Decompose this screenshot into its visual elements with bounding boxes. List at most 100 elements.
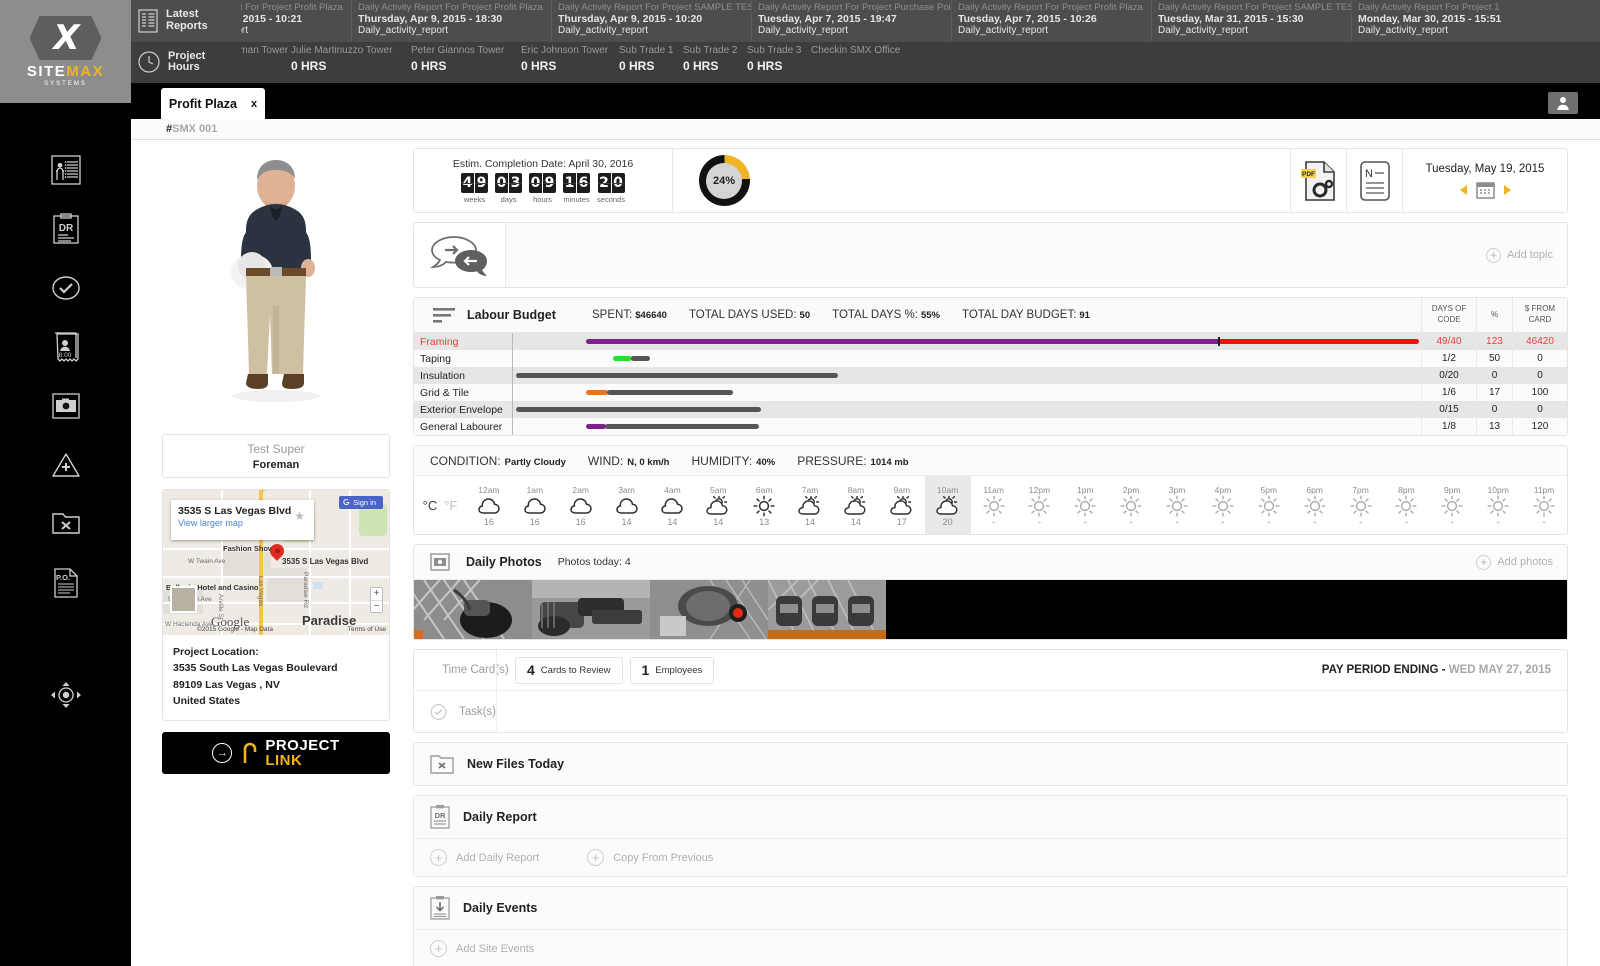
pdf-export-button[interactable]: PDF bbox=[1290, 149, 1346, 212]
report-item[interactable]: Daily Activity Report For Project Profit… bbox=[241, 0, 351, 42]
weather-hour-label: 6am bbox=[756, 485, 773, 495]
weather-hour-cell[interactable]: 3pm- bbox=[1154, 476, 1200, 534]
weather-hour-cell[interactable]: 3am14 bbox=[604, 476, 650, 534]
hours-item[interactable]: Andy Roman Tower 0 HRS bbox=[241, 42, 291, 84]
weather-hour-cell[interactable]: 2pm- bbox=[1108, 476, 1154, 534]
cards-to-review-button[interactable]: 4 Cards to Review bbox=[515, 657, 623, 684]
tab-close-icon[interactable]: x bbox=[251, 98, 257, 110]
project-hours-label: ProjectHours bbox=[131, 42, 241, 84]
weather-hour-cell[interactable]: 4pm- bbox=[1200, 476, 1246, 534]
hours-item[interactable]: Checkin SMX Office bbox=[811, 42, 921, 84]
prev-day-button[interactable] bbox=[1460, 185, 1467, 195]
hours-item[interactable]: Sub Trade 3 0 HRS bbox=[747, 42, 811, 84]
hours-item[interactable]: Eric Johnson Tower 0 HRS bbox=[521, 42, 619, 84]
next-day-button[interactable] bbox=[1504, 185, 1511, 195]
star-icon[interactable]: ★ bbox=[294, 509, 305, 523]
sidebar-item-files[interactable] bbox=[43, 502, 89, 546]
add-site-events-button[interactable]: + Add Site Events bbox=[430, 940, 534, 957]
photo-thumbnail[interactable] bbox=[414, 580, 532, 639]
photo-thumbnail[interactable] bbox=[532, 580, 650, 639]
copy-from-previous-button[interactable]: + Copy From Previous bbox=[587, 849, 713, 866]
tab-profit-plaza[interactable]: Profit Plaza x bbox=[161, 88, 265, 119]
photo-thumbnail[interactable] bbox=[650, 580, 768, 639]
latest-reports-strip[interactable]: Daily Activity Report For Project Profit… bbox=[241, 0, 1600, 42]
sidebar-item-purchase-orders[interactable]: P.O. bbox=[43, 561, 89, 605]
weather-hour-cell[interactable]: 9pm- bbox=[1429, 476, 1475, 534]
table-row[interactable]: Exterior Envelope 0/15 0 0 bbox=[414, 401, 1567, 418]
employees-button[interactable]: 1 Employees bbox=[630, 657, 715, 684]
temperature-unit-toggle[interactable]: °C °F bbox=[414, 476, 466, 534]
weather-hour-cell[interactable]: 12pm- bbox=[1017, 476, 1063, 534]
hours-item[interactable]: Sub Trade 1 0 HRS bbox=[619, 42, 683, 84]
sidebar-item-timecards[interactable]: 8:00 bbox=[43, 325, 89, 369]
weather-hour-cell[interactable]: 7am14 bbox=[787, 476, 833, 534]
report-item[interactable]: Daily Activity Report For Project Profit… bbox=[351, 0, 551, 42]
notes-button[interactable]: N bbox=[1346, 149, 1402, 212]
sidebar-item-tasks[interactable] bbox=[43, 266, 89, 310]
add-photos-button[interactable]: + Add photos bbox=[1476, 555, 1567, 570]
table-row[interactable]: General Labourer 1/8 13 120 bbox=[414, 418, 1567, 435]
plus-icon: + bbox=[1486, 248, 1501, 263]
time-cards-panel: Time Card(s) 4 Cards to Review 1 Employe… bbox=[413, 649, 1568, 733]
sidebar-item-worker-report[interactable] bbox=[43, 148, 89, 192]
table-row[interactable]: Framing 49/40 123 46420 bbox=[414, 333, 1567, 350]
map-zoom-control[interactable]: + − bbox=[370, 587, 383, 613]
pay-period-value: WED MAY 27, 2015 bbox=[1449, 664, 1551, 676]
unit-celsius[interactable]: °C bbox=[423, 498, 438, 513]
weather-hour-cell[interactable]: 12am16 bbox=[466, 476, 512, 534]
map-view-larger-link[interactable]: View larger map bbox=[178, 518, 307, 528]
photo-thumbnail[interactable] bbox=[768, 580, 886, 639]
project-link-button[interactable]: → PROJECT LINK bbox=[162, 732, 390, 774]
hours-item[interactable]: Sub Trade 2 0 HRS bbox=[683, 42, 747, 84]
map-terms[interactable]: Terms of Use bbox=[348, 626, 386, 633]
sidebar-item-navigate[interactable] bbox=[43, 673, 89, 717]
report-item[interactable]: Daily Activity Report For Project SAMPLE… bbox=[1151, 0, 1351, 42]
app-logo[interactable]: X SITEMAX SYSTEMS bbox=[0, 0, 131, 103]
map-zoom-in-button[interactable]: + bbox=[371, 588, 382, 600]
report-item[interactable]: Daily Activity Report For Project 1 Mond… bbox=[1351, 0, 1551, 42]
weather-hour-cell[interactable]: 9am17 bbox=[879, 476, 925, 534]
report-item[interactable]: Daily Activity Report For Project Purcha… bbox=[751, 0, 951, 42]
weather-hour-cell[interactable]: 5pm- bbox=[1246, 476, 1292, 534]
weather-hour-cell[interactable]: 6pm- bbox=[1292, 476, 1338, 534]
report-item[interactable]: Daily Activity Report For Project SAMPLE… bbox=[551, 0, 751, 42]
weather-hour-cell[interactable]: 11am- bbox=[971, 476, 1017, 534]
sidebar-item-photos[interactable] bbox=[43, 384, 89, 428]
weather-wind: WIND:N, 0 km/h bbox=[588, 454, 670, 468]
project-hours-strip[interactable]: Andy Roman Tower 0 HRS Julie Martinuzzo … bbox=[241, 42, 1600, 84]
map-zoom-out-button[interactable]: − bbox=[371, 600, 382, 612]
weather-hour-cell[interactable]: 5am14 bbox=[695, 476, 741, 534]
map-signin-button[interactable]: Sign in bbox=[339, 496, 383, 509]
weather-sun-icon bbox=[1304, 495, 1326, 517]
weather-hour-cell[interactable]: 8pm- bbox=[1384, 476, 1430, 534]
weather-hour-cell[interactable]: 10pm- bbox=[1475, 476, 1521, 534]
date-picker[interactable]: Tuesday, May 19, 2015 bbox=[1402, 149, 1567, 212]
countdown-unit-weeks: 49 weeks bbox=[461, 173, 488, 204]
table-row[interactable]: Taping 1/2 50 0 bbox=[414, 350, 1567, 367]
hours-item[interactable]: Julie Martinuzzo Tower 0 HRS bbox=[291, 42, 411, 84]
report-item[interactable]: Daily Activity Report For Project Profit… bbox=[951, 0, 1151, 42]
weather-hour-cell[interactable]: 8am14 bbox=[833, 476, 879, 534]
weather-hour-cell[interactable]: 10am20 bbox=[925, 476, 971, 534]
supervisor-card[interactable]: Test Super Foreman bbox=[162, 434, 390, 478]
sidebar-item-daily-report[interactable]: DR bbox=[43, 207, 89, 251]
project-map-card: (589) Fashion Show W Twain Ave Bellagio … bbox=[162, 489, 390, 721]
sidebar-item-safety[interactable] bbox=[43, 443, 89, 487]
map-image[interactable]: (589) Fashion Show W Twain Ave Bellagio … bbox=[163, 490, 389, 635]
weather-hour-cell[interactable]: 4am14 bbox=[650, 476, 696, 534]
weather-hour-cell[interactable]: 6am13 bbox=[741, 476, 787, 534]
map-street-view-thumb[interactable] bbox=[170, 586, 197, 613]
weather-hour-cell[interactable]: 2am16 bbox=[558, 476, 604, 534]
add-daily-report-button[interactable]: + Add Daily Report bbox=[430, 849, 539, 866]
table-row[interactable]: Grid & Tile 1/6 17 100 bbox=[414, 384, 1567, 401]
weather-hour-cell[interactable]: 11pm- bbox=[1521, 476, 1567, 534]
add-topic-button[interactable]: + Add topic bbox=[1486, 248, 1553, 263]
weather-hour-cell[interactable]: 1pm- bbox=[1062, 476, 1108, 534]
unit-fahrenheit[interactable]: °F bbox=[444, 498, 457, 513]
countdown-panel: Estim. Completion Date: April 30, 2016 4… bbox=[413, 148, 1568, 213]
table-row[interactable]: Insulation 0/20 0 0 bbox=[414, 367, 1567, 384]
weather-hour-cell[interactable]: 1am16 bbox=[512, 476, 558, 534]
weather-hour-cell[interactable]: 7pm- bbox=[1338, 476, 1384, 534]
hours-item[interactable]: Peter Giannos Tower 0 HRS bbox=[411, 42, 521, 84]
user-avatar-button[interactable] bbox=[1548, 92, 1578, 114]
